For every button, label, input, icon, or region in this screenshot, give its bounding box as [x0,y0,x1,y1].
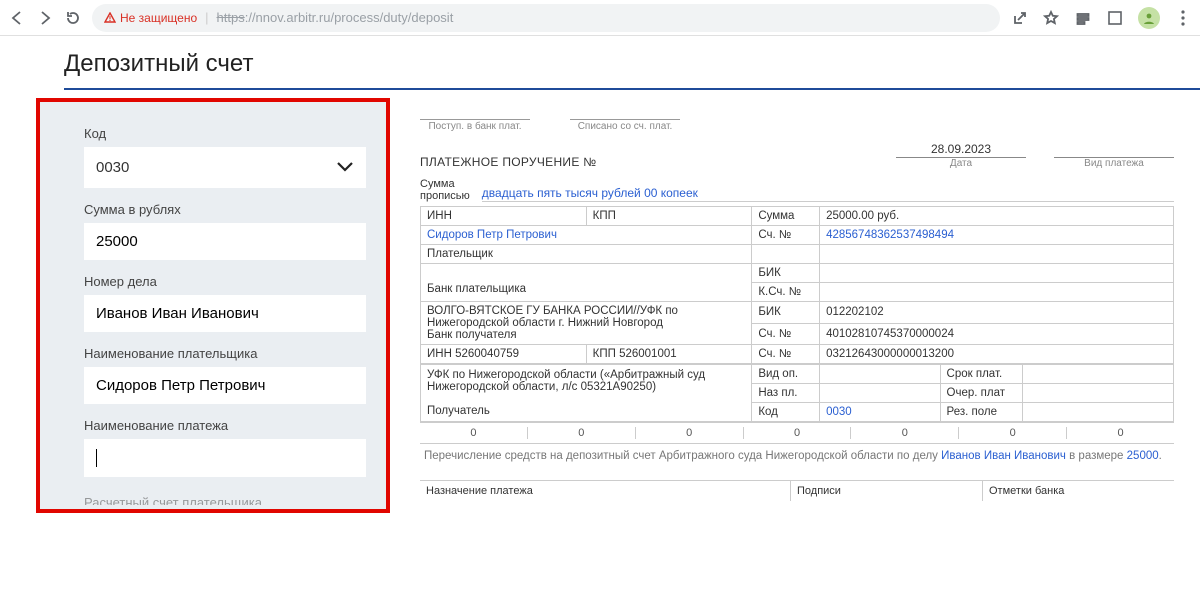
sum-text-value: двадцать пять тысяч рублей 00 копеек [482,186,1174,202]
payment-order-preview: Поступ. в банк плат. Списано со сч. плат… [408,98,1196,513]
reader-icon[interactable] [1074,9,1092,27]
url-text: https://nnov.arbitr.ru/process/duty/depo… [217,10,454,25]
code-select[interactable]: 0030 [84,147,366,188]
chevron-down-icon [336,157,354,178]
not-secure-text: Не защищено [120,11,197,25]
address-bar[interactable]: Не защищено | https://nnov.arbitr.ru/pro… [92,4,1000,32]
payer-link[interactable]: Сидоров Петр Петрович [421,226,752,245]
payer-input[interactable] [84,367,366,404]
share-icon[interactable] [1010,9,1028,27]
order-title: ПЛАТЕЖНОЕ ПОРУЧЕНИЕ № [420,155,596,169]
case-input[interactable] [84,295,366,332]
star-icon[interactable] [1042,9,1060,27]
back-icon[interactable] [8,9,26,27]
transfer-description: Перечисление средств на депозитный счет … [420,444,1174,468]
sum-text-label: Суммапрописью [420,179,470,202]
code-label: Код [84,126,366,141]
payment-label: Наименование платежа [84,418,366,433]
code-value: 0030 [96,159,129,176]
sum-label: Сумма в рублях [84,202,366,217]
payment-input[interactable] [84,439,366,477]
written-off-box: Списано со сч. плат. [570,106,680,132]
deposit-form: Код 0030 Сумма в рублях Номер дела Наиме… [36,98,390,513]
footer-row: Назначение платежа Подписи Отметки банка [420,480,1174,501]
truncated-label: Расчетный счет плательщика [84,495,366,505]
case-label: Номер дела [84,274,366,289]
bank-in-box: Поступ. в банк плат. [420,106,530,132]
date-box: 28.09.2023Дата [896,142,1026,169]
extension-icon[interactable] [1106,9,1124,27]
zeros-row: 0000000 [420,422,1174,444]
menu-kebab-icon[interactable] [1174,9,1192,27]
payer-label: Наименование плательщика [84,346,366,361]
browser-toolbar: Не защищено | https://nnov.arbitr.ru/pro… [0,0,1200,36]
reload-icon[interactable] [64,9,82,27]
forward-icon[interactable] [36,9,54,27]
payment-grid: ИННКППСумма25000.00 руб. Сидоров Петр Пе… [420,206,1174,364]
not-secure-badge: Не защищено [104,11,197,25]
page-title: Депозитный счет [0,36,1200,98]
sum-input[interactable] [84,223,366,260]
payment-type-box: Вид платежа [1054,142,1174,169]
profile-avatar[interactable] [1138,7,1160,29]
payment-grid-2: УФК по Нижегородской области («Арбитражн… [420,364,1174,422]
